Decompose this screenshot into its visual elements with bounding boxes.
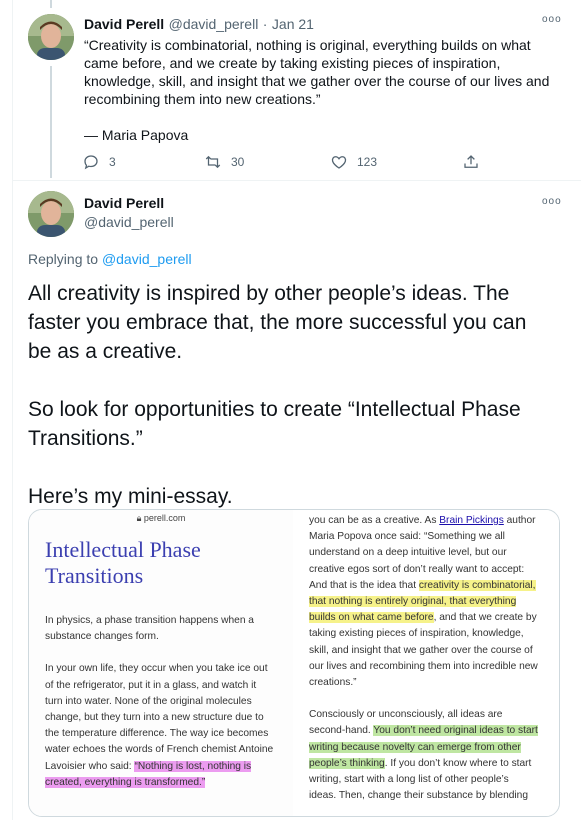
- quote-attribution: — Maria Papova: [84, 127, 189, 143]
- essay-line: writing because novelty can emerge from …: [309, 740, 557, 756]
- author-handle[interactable]: @david_perell: [84, 214, 174, 230]
- essay-left-text: In physics, a phase transition happens w…: [45, 613, 290, 791]
- green-highlight: people’s thinking: [309, 757, 385, 769]
- dot-separator: ·: [262, 16, 268, 32]
- essay-line: second-hand. You don’t need original ide…: [309, 723, 557, 739]
- essay-line: of the refrigerator, put it in a glass, …: [45, 679, 257, 691]
- yellow-highlight: that nothing is entirely original, that …: [309, 596, 517, 608]
- brain-pickings-link: Brain Pickings: [439, 515, 504, 526]
- essay-line: created, everything is transformed.”: [45, 775, 290, 791]
- essay-line: Consciously or unconsciously, all ideas …: [309, 709, 503, 721]
- avatar[interactable]: [28, 14, 74, 60]
- reply-icon: [84, 155, 98, 170]
- heart-icon: [331, 156, 347, 169]
- yellow-highlight: creativity is combinatorial,: [418, 579, 536, 591]
- quote-line: came before, and we create by taking exi…: [84, 55, 501, 71]
- body-line: So look for opportunities to create “Int…: [28, 398, 521, 421]
- essay-line: ideas. Then, change their substance by b…: [309, 790, 528, 802]
- body-line: faster you embrace that, the more succes…: [28, 311, 527, 334]
- essay-line: substance changes form.: [45, 631, 159, 643]
- divider: [12, 180, 581, 181]
- retweet-button[interactable]: 30: [204, 153, 244, 171]
- essay-line: In your own life, they occur when you ta…: [45, 663, 268, 675]
- yellow-highlight: builds on what came before: [309, 612, 434, 624]
- share-button[interactable]: [462, 153, 480, 171]
- essay-line: understand on a deep intuitive level, bu…: [309, 547, 507, 559]
- like-button[interactable]: 123: [330, 153, 377, 171]
- essay-line: taking existing pieces of inspiration, k…: [309, 628, 524, 640]
- essay-line: In physics, a phase transition happens w…: [45, 615, 254, 626]
- essay-title-line: Transitions: [45, 563, 144, 588]
- essay-line: And that is the idea that creativity is …: [309, 578, 557, 594]
- pink-highlight: created, everything is transformed.”: [45, 776, 206, 788]
- essay-text: second-hand.: [309, 725, 374, 737]
- essay-title: Intellectual Phase Transitions: [45, 537, 201, 589]
- essay-line: change, but they turn into a new structu…: [45, 712, 264, 724]
- essay-line: creative egos sort of don’t really want …: [309, 563, 525, 575]
- pink-highlight: “Nothing is lost, nothing is: [134, 760, 252, 772]
- essay-line: skill, and insight that we gather over t…: [309, 644, 533, 656]
- author-name[interactable]: David Perell: [84, 195, 164, 211]
- essay-text: you can be as a creative. As: [309, 515, 440, 526]
- essay-text: And that is the idea that: [309, 579, 419, 591]
- tweet-body: All creativity is inspired by other peop…: [28, 279, 568, 511]
- more-options-icon[interactable]: ooo: [542, 196, 562, 207]
- essay-line: our lives and recombining them into incr…: [309, 660, 538, 672]
- reply-count: 3: [109, 155, 116, 169]
- body-line: All creativity is inspired by other peop…: [28, 282, 510, 305]
- body-line: be as a creative.: [28, 340, 183, 363]
- more-options-icon[interactable]: ooo: [542, 14, 562, 25]
- essay-line: the temperature difference. The way ice …: [45, 728, 269, 740]
- tweet-date[interactable]: Jan 21: [272, 16, 314, 32]
- essay-text: . If you don’t know where to start: [384, 757, 532, 769]
- essay-line: writing, start with a long list of other…: [309, 774, 509, 786]
- essay-left-pane: 🔒︎ perell.com Intellectual Phase Transit…: [29, 510, 293, 816]
- essay-line: people’s thinking. If you don’t know whe…: [309, 756, 557, 772]
- tweet-header: David Perell @david_perell · Jan 21: [84, 16, 314, 34]
- retweet-count: 30: [231, 155, 245, 169]
- essay-right-pane: you can be as a creative. As Brain Picki…: [293, 510, 559, 816]
- reply-button[interactable]: 3: [82, 153, 116, 171]
- essay-line: builds on what came before, and that we …: [309, 610, 557, 626]
- essay-right-text: you can be as a creative. As Brain Picki…: [309, 513, 557, 804]
- thread-line-down: [50, 66, 52, 178]
- left-border: [12, 0, 13, 820]
- essay-text: Lavoisier who said:: [45, 760, 135, 772]
- tweet-quote: “Creativity is combinatorial, nothing is…: [84, 36, 564, 144]
- lock-icon: 🔒︎: [136, 513, 142, 523]
- essay-line: Maria Popova once said: “Something we al…: [309, 531, 505, 543]
- essay-line: Lavoisier who said: “Nothing is lost, no…: [45, 759, 290, 775]
- url-bar: 🔒︎ perell.com: [29, 513, 293, 524]
- essay-line: turn into water. None of the original mo…: [45, 695, 252, 707]
- quote-line: knowledge, skill, and insight that we ga…: [84, 73, 550, 89]
- url-text: perell.com: [143, 513, 186, 523]
- like-count: 123: [357, 155, 378, 169]
- retweet-icon: [205, 155, 221, 169]
- essay-line: water echoes the words of French chemist…: [45, 744, 274, 756]
- body-line: Here’s my mini-essay.: [28, 485, 233, 508]
- thread-line: [50, 0, 52, 8]
- replying-to: Replying to @david_perell: [28, 251, 192, 267]
- essay-title-line: Intellectual Phase: [45, 537, 201, 562]
- essay-line: that nothing is entirely original, that …: [309, 594, 557, 610]
- author-handle[interactable]: @david_perell: [169, 16, 259, 32]
- body-line: Transitions.”: [28, 427, 143, 450]
- quote-line: “Creativity is combinatorial, nothing is…: [84, 37, 531, 53]
- essay-line: you can be as a creative. As Brain Picki…: [309, 513, 557, 529]
- author-name[interactable]: David Perell: [84, 16, 164, 32]
- essay-text: , and that we create by: [433, 612, 537, 624]
- share-icon: [464, 155, 478, 168]
- green-highlight: You don’t need original ideas to start: [373, 725, 538, 737]
- avatar[interactable]: [28, 191, 74, 237]
- replying-handle-link[interactable]: @david_perell: [102, 251, 192, 267]
- replying-prefix: Replying to: [28, 251, 99, 267]
- essay-image[interactable]: 🔒︎ perell.com Intellectual Phase Transit…: [28, 509, 560, 817]
- essay-line: creations.”: [309, 677, 357, 689]
- green-highlight: writing because novelty can emerge from …: [309, 741, 521, 753]
- quote-line: recombining them into new creations.”: [84, 91, 321, 107]
- essay-text: author: [503, 515, 536, 526]
